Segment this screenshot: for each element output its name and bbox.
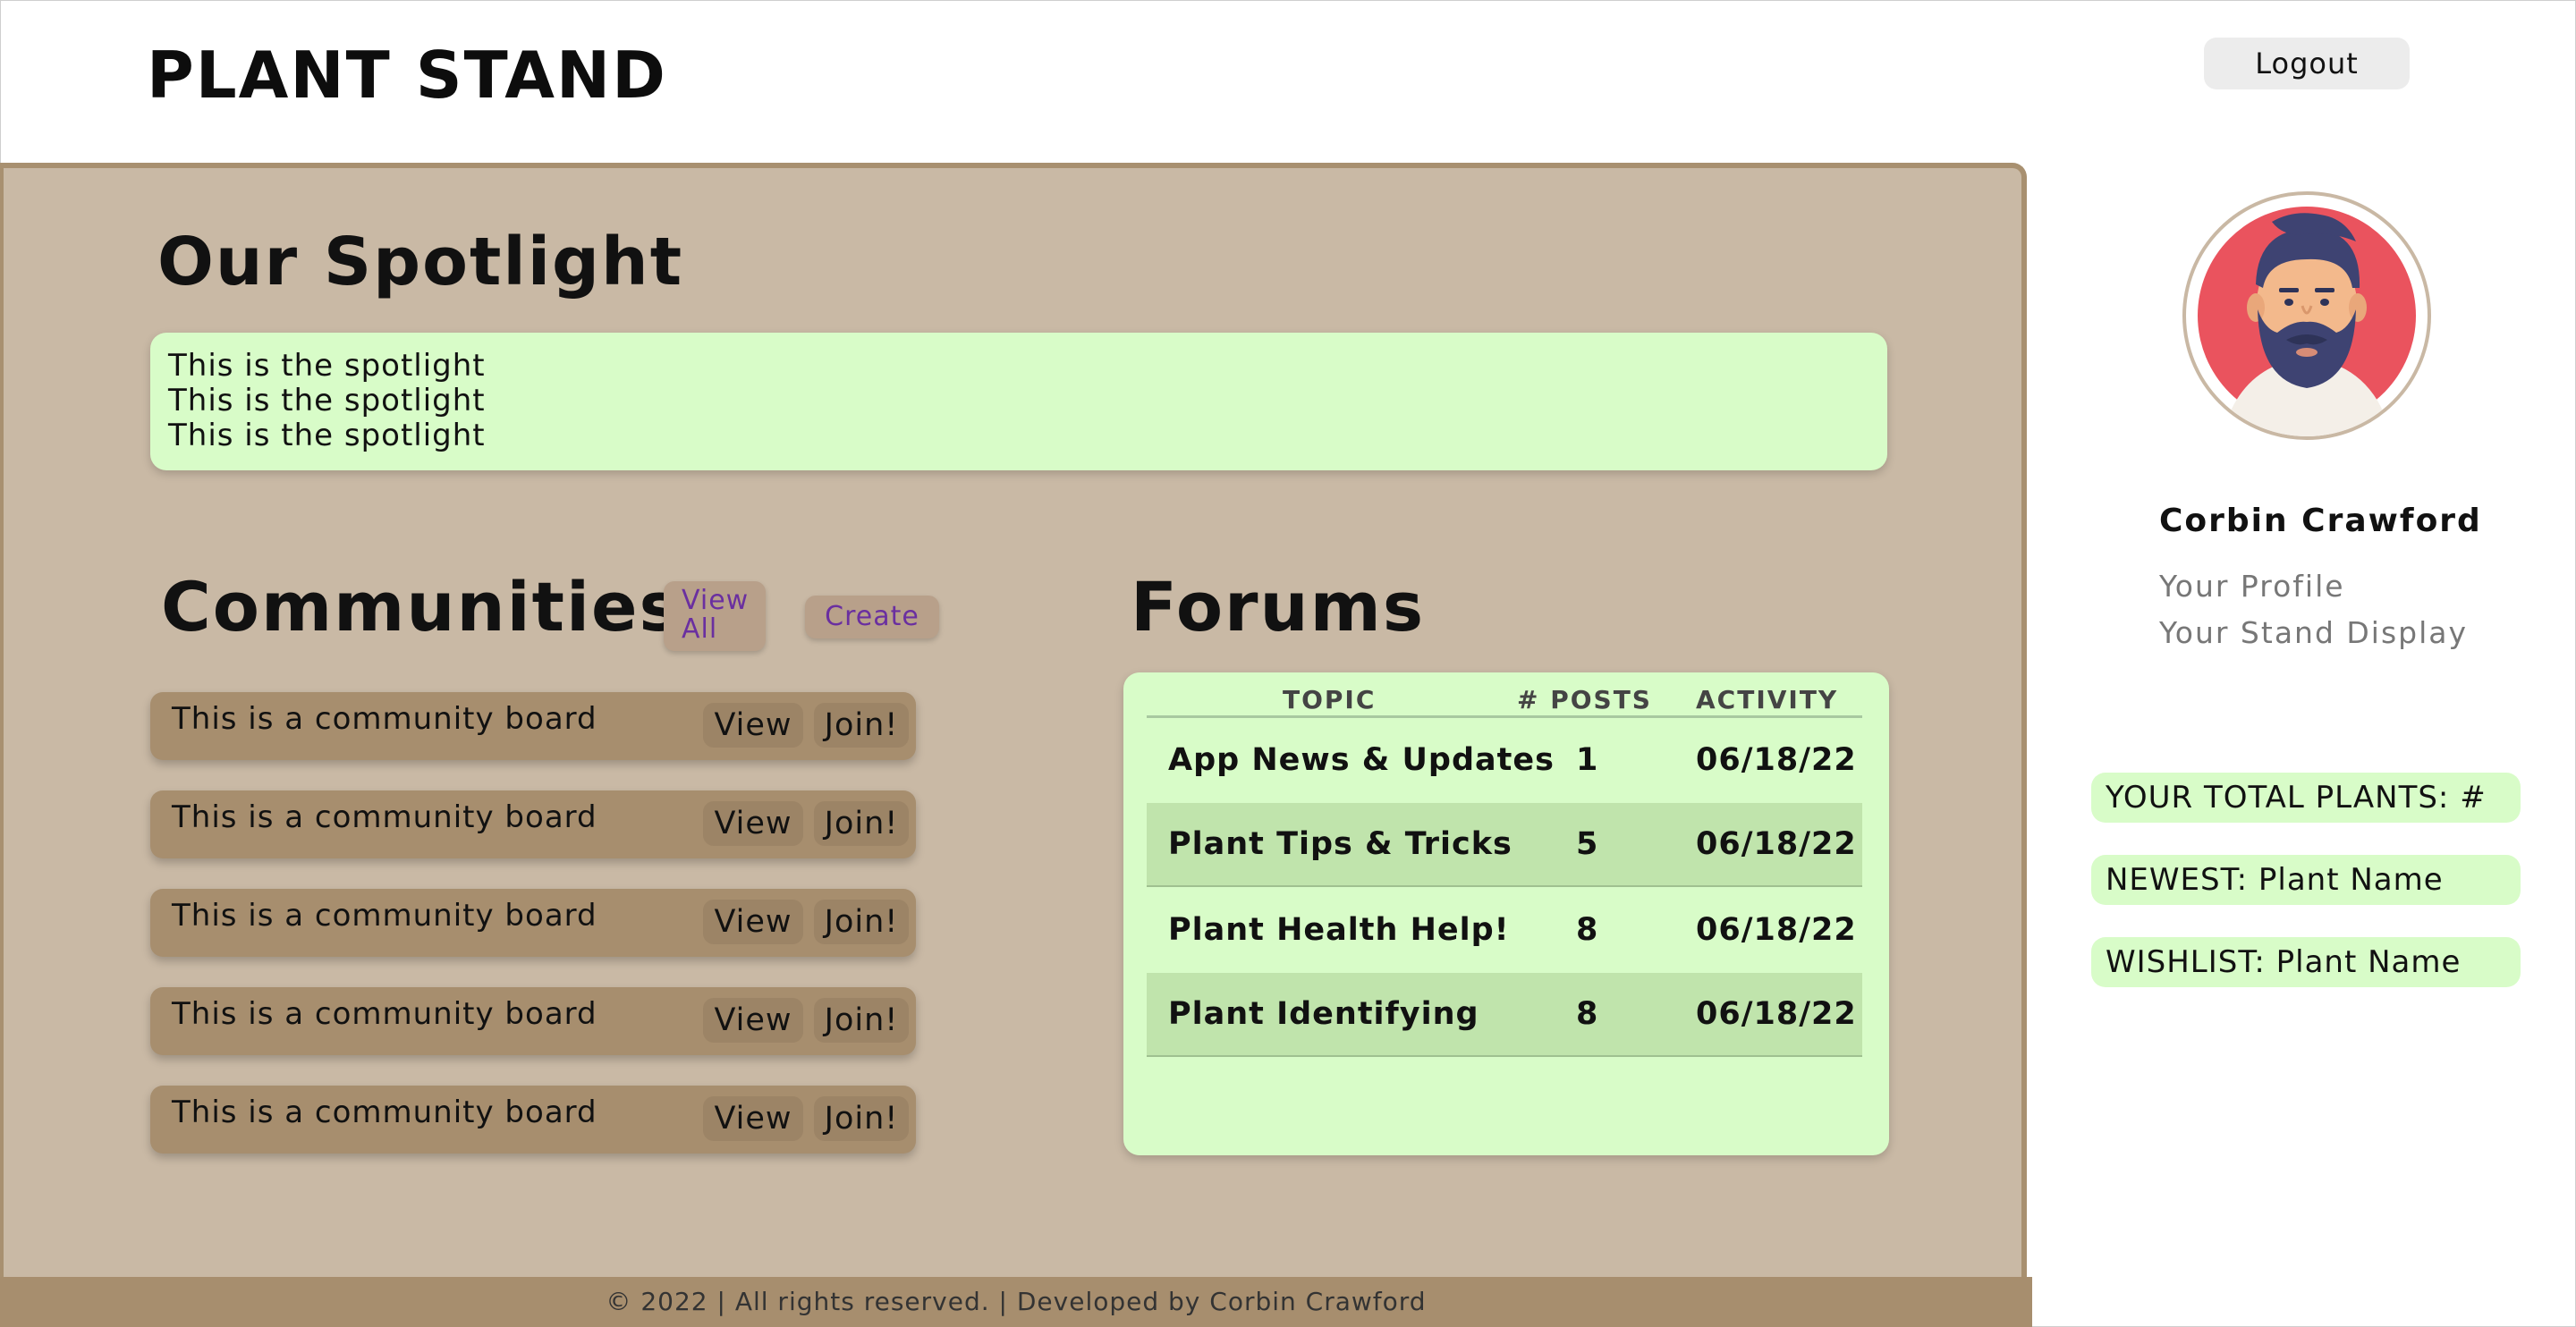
spotlight-line: This is the spotlight <box>168 383 486 418</box>
forum-posts: 8 <box>1576 912 1599 948</box>
forum-activity: 06/18/22 <box>1696 826 1857 862</box>
view-all-label-line2: All <box>682 613 718 645</box>
forums-table: TOPIC # POSTS ACTIVITY App News & Update… <box>1123 672 1889 1155</box>
view-all-label-line1: View <box>682 585 750 616</box>
wishlist-stat: WISHLIST: Plant Name <box>2091 937 2521 987</box>
forum-topic[interactable]: Plant Tips & Tricks <box>1168 826 1513 862</box>
your-stand-display-link[interactable]: Your Stand Display <box>2159 615 2468 650</box>
forum-row[interactable]: Plant Tips & Tricks 5 06/18/22 <box>1147 803 1862 887</box>
community-board-label: This is a community board <box>172 898 597 934</box>
total-plants-stat: YOUR TOTAL PLANTS: # <box>2091 773 2521 823</box>
forum-activity: 06/18/22 <box>1696 912 1857 948</box>
view-all-communities-button[interactable]: View All <box>664 581 766 651</box>
forum-activity: 06/18/22 <box>1696 742 1857 778</box>
forum-posts: 5 <box>1576 826 1599 862</box>
join-board-button[interactable]: Join! <box>814 900 909 944</box>
forum-row[interactable]: Plant Identifying 8 06/18/22 <box>1147 973 1862 1057</box>
forum-row[interactable]: Plant Health Help! 8 06/18/22 <box>1147 889 1862 973</box>
footer: © 2022 | All rights reserved. | Develope… <box>0 1277 2032 1327</box>
community-board-label: This is a community board <box>172 996 597 1032</box>
community-board-label: This is a community board <box>172 799 597 835</box>
spotlight-card: This is the spotlight This is the spotli… <box>150 333 1887 470</box>
bearded-man-avatar-icon <box>2198 207 2416 436</box>
avatar[interactable] <box>2182 191 2431 440</box>
community-board-label: This is a community board <box>172 701 597 737</box>
community-board: This is a community board View Join! <box>150 692 916 760</box>
forum-topic[interactable]: Plant Health Help! <box>1168 912 1510 948</box>
community-board: This is a community board View Join! <box>150 1086 916 1154</box>
spotlight-title: Our Spotlight <box>157 224 684 300</box>
footer-text: © 2022 | All rights reserved. | Develope… <box>606 1287 1427 1316</box>
community-board: This is a community board View Join! <box>150 790 916 858</box>
create-community-button[interactable]: Create <box>805 596 939 638</box>
view-board-button[interactable]: View <box>703 900 803 944</box>
forum-row[interactable]: App News & Updates 1 06/18/22 <box>1147 719 1862 803</box>
community-board-label: This is a community board <box>172 1095 597 1130</box>
logout-button[interactable]: Logout <box>2204 38 2410 89</box>
header-divider <box>1147 715 1862 718</box>
community-board: This is a community board View Join! <box>150 987 916 1055</box>
join-board-button[interactable]: Join! <box>814 801 909 846</box>
column-header-activity: ACTIVITY <box>1696 685 1839 714</box>
forum-posts: 8 <box>1576 996 1599 1032</box>
view-board-button[interactable]: View <box>703 801 803 846</box>
community-board: This is a community board View Join! <box>150 889 916 957</box>
column-header-posts: # POSTS <box>1517 685 1652 714</box>
forum-posts: 1 <box>1576 742 1599 778</box>
forum-activity: 06/18/22 <box>1696 996 1857 1032</box>
spotlight-line: This is the spotlight <box>168 348 486 384</box>
forum-topic[interactable]: Plant Identifying <box>1168 996 1479 1032</box>
join-board-button[interactable]: Join! <box>814 703 909 748</box>
communities-title: Communities <box>161 567 682 647</box>
newest-plant-stat: NEWEST: Plant Name <box>2091 855 2521 905</box>
view-board-button[interactable]: View <box>703 1096 803 1141</box>
column-header-topic: TOPIC <box>1283 685 1377 714</box>
join-board-button[interactable]: Join! <box>814 1096 909 1141</box>
brand-title: PLANT STAND <box>147 38 667 113</box>
forum-topic[interactable]: App News & Updates <box>1168 742 1555 778</box>
view-board-button[interactable]: View <box>703 998 803 1043</box>
your-profile-link[interactable]: Your Profile <box>2159 569 2345 604</box>
spotlight-line: This is the spotlight <box>168 418 486 453</box>
view-board-button[interactable]: View <box>703 703 803 748</box>
user-name: Corbin Crawford <box>2159 503 2482 539</box>
forums-title: Forums <box>1131 567 1426 647</box>
join-board-button[interactable]: Join! <box>814 998 909 1043</box>
